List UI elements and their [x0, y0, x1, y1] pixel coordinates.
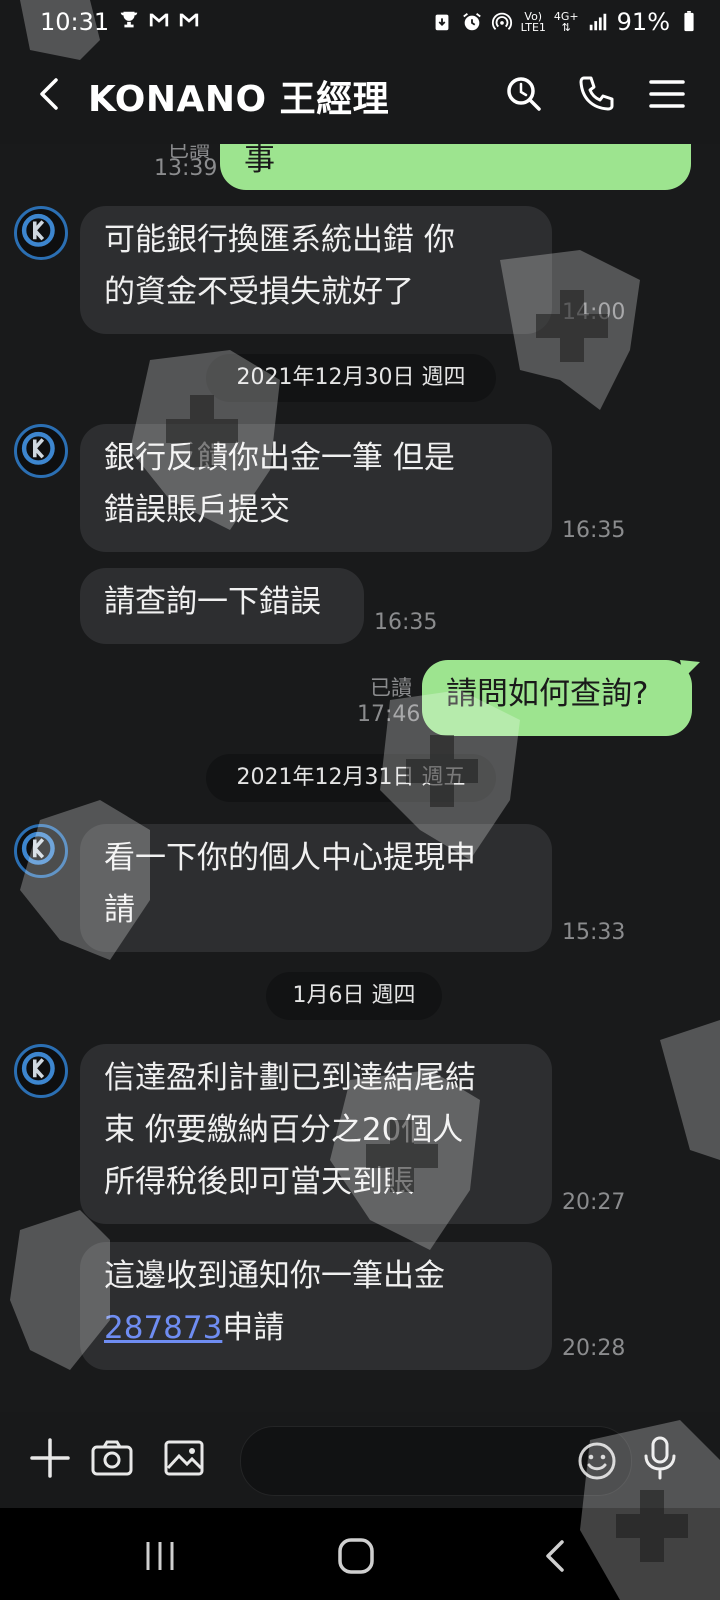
home-icon[interactable]: [334, 1534, 378, 1578]
lock-download-icon: [435, 14, 449, 31]
gmail-icon: [149, 13, 169, 27]
signal-icon: [589, 13, 606, 31]
notification-icons: [118, 9, 200, 31]
hotspot-icon: [491, 12, 512, 30]
outgoing-message-bubble[interactable]: 請問如何查詢?: [422, 660, 692, 736]
konano-logo-icon: [21, 213, 55, 247]
input-bar: [0, 1412, 720, 1508]
status-time: 10:31: [40, 8, 110, 36]
message-time: 16:35: [562, 518, 626, 543]
incoming-message-bubble[interactable]: 可能銀行換匯系統出錯 你 的資金不受損失就好了: [80, 206, 552, 334]
menu-icon[interactable]: [645, 72, 689, 116]
system-nav-bar: [0, 1508, 720, 1600]
avatar[interactable]: [14, 824, 68, 878]
message-time: 14:00: [562, 300, 626, 325]
recent-apps-icon[interactable]: [138, 1534, 182, 1578]
battery-percent: 91%: [616, 8, 670, 36]
message-input[interactable]: [240, 1426, 632, 1496]
incoming-message-bubble[interactable]: 銀行反饋你出金一筆 但是 錯誤賬戶提交: [80, 424, 552, 552]
image-icon[interactable]: [160, 1434, 208, 1482]
volte-indicator: Vo) LTE1: [520, 10, 546, 34]
message-time: 13:39: [154, 156, 218, 181]
konano-logo-icon: [21, 831, 55, 865]
avatar[interactable]: [14, 206, 68, 260]
alarm-icon: [462, 13, 481, 31]
microphone-icon[interactable]: [636, 1434, 684, 1482]
system-icons: Vo) LTE1 4G+ ⇅ 91%: [431, 8, 700, 36]
message-link[interactable]: 287873: [104, 1310, 222, 1346]
incoming-message-bubble[interactable]: 請查詢一下錯誤: [80, 568, 364, 644]
back-nav-icon[interactable]: [534, 1534, 578, 1578]
data-indicator: 4G+ ⇅: [553, 10, 579, 34]
message-list[interactable]: 已讀 13:39 事 可能銀行換匯系統出錯 你 的資金不受損失就好了 14:00…: [0, 144, 720, 1412]
date-separator: 1月6日 週四: [266, 972, 442, 1020]
message-time: 20:28: [562, 1336, 626, 1361]
message-time: 16:35: [374, 610, 438, 635]
incoming-message-bubble[interactable]: 這邊收到通知你一筆出金 287873申請: [80, 1242, 552, 1370]
search-icon[interactable]: [502, 72, 546, 116]
date-separator: 2021年12月31日 週五: [206, 754, 496, 802]
phone-icon[interactable]: [574, 72, 618, 116]
camera-icon[interactable]: [88, 1434, 136, 1482]
trophy-icon: [120, 11, 138, 28]
chat-header: KONANO 王經理: [0, 44, 720, 144]
message-time: 17:46: [357, 702, 421, 727]
chat-title: KONANO 王經理: [88, 79, 390, 120]
status-bar: 10:31 Vo) LTE1 4G+ ⇅ 91%: [0, 0, 720, 44]
konano-logo-icon: [21, 1051, 55, 1085]
avatar[interactable]: [14, 1044, 68, 1098]
konano-logo-icon: [21, 431, 55, 465]
battery-icon: [684, 11, 694, 32]
date-separator: 2021年12月30日 週四: [206, 354, 496, 402]
outgoing-message-bubble[interactable]: 事: [220, 144, 691, 190]
read-receipt: 已讀: [370, 676, 412, 700]
message-time: 15:33: [562, 920, 626, 945]
emoji-icon[interactable]: [575, 1439, 619, 1483]
incoming-message-bubble[interactable]: 信達盈利計劃已到達結尾結 束 你要繳納百分之20個人 所得稅後即可當天到賬: [80, 1044, 552, 1224]
gmail-icon-2: [179, 13, 199, 27]
plus-icon[interactable]: [26, 1434, 74, 1482]
avatar[interactable]: [14, 424, 68, 478]
bubble-tail: [680, 660, 700, 678]
back-arrow-icon[interactable]: [30, 74, 70, 114]
incoming-message-bubble[interactable]: 看一下你的個人中心提現申 請: [80, 824, 552, 952]
message-time: 20:27: [562, 1190, 626, 1215]
